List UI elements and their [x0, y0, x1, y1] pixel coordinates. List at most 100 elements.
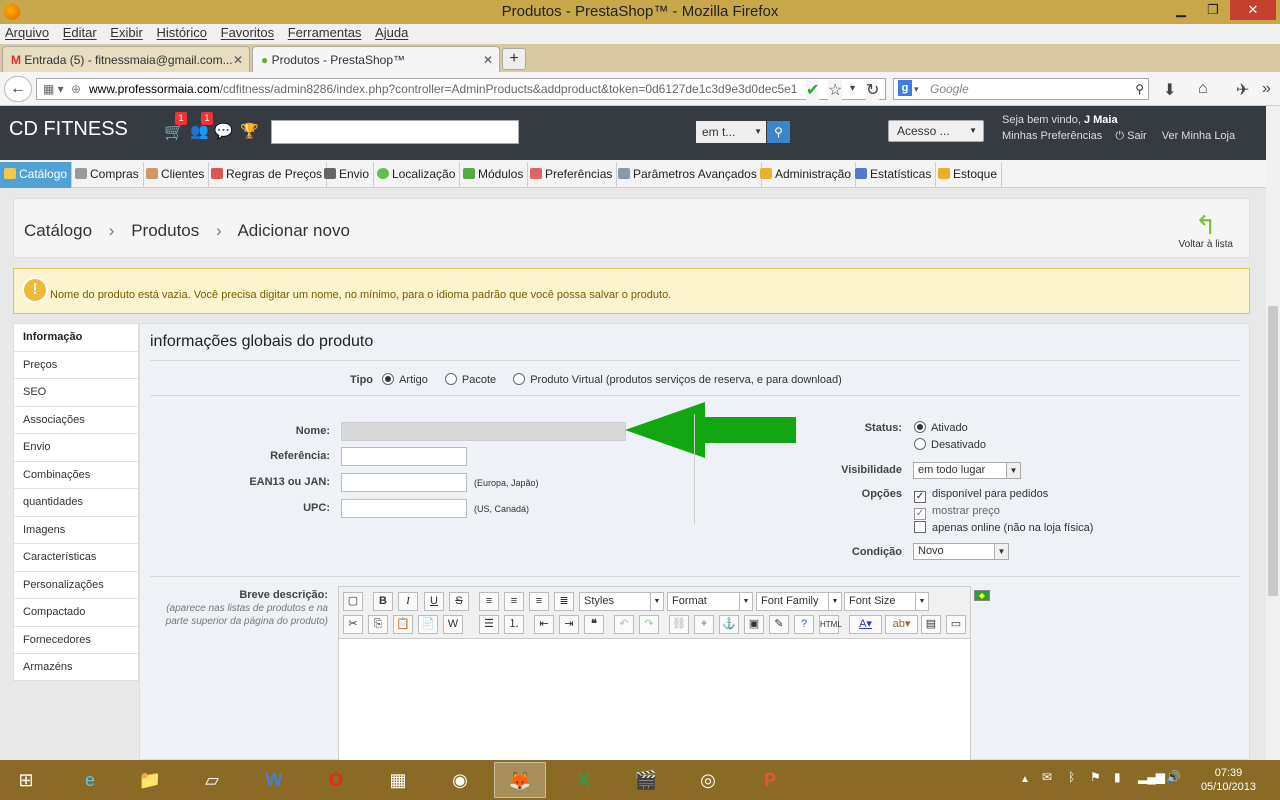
tab-gmail[interactable]: M Entrada (5) - fitnessmaia@gmail.com...… [2, 46, 250, 72]
tipo-artigo-radio[interactable] [382, 373, 395, 385]
paste-text-icon[interactable]: 📄 [418, 615, 438, 634]
nome-input[interactable] [341, 422, 626, 441]
menu-historico[interactable]: Histórico [151, 24, 212, 42]
messages-icon[interactable]: 💬 [214, 122, 233, 140]
paste-icon[interactable]: 📋 [393, 615, 413, 634]
align-right-icon[interactable]: ≡ [529, 592, 549, 611]
admin-search-input[interactable]: em t... ▼ ⚲ [271, 120, 790, 144]
media-player-classic-icon[interactable]: 🎬 [620, 762, 672, 798]
menu-editar[interactable]: Editar [58, 24, 102, 42]
battery-icon[interactable]: ▮ [1114, 770, 1121, 784]
tab-estoque[interactable]: Estoque [934, 162, 1003, 188]
align-justify-icon[interactable]: ≣ [554, 592, 574, 611]
search-input[interactable]: g ▾ Google ⚲ [893, 78, 1149, 100]
side-item-combinacoes[interactable]: Combinações [14, 462, 138, 489]
align-left-icon[interactable]: ≡ [479, 592, 499, 611]
bookmark-star-icon[interactable]: ☆ [828, 80, 843, 100]
notepad-icon[interactable]: ▱ [186, 762, 238, 798]
tab-prestashop[interactable]: ● Produtos - PrestaShop™ ✕ [252, 46, 500, 72]
apenas-online-checkbox[interactable] [914, 521, 926, 533]
outdent-icon[interactable]: ⇤ [534, 615, 554, 634]
dropdown-icon[interactable]: ▾ [850, 83, 856, 94]
numbered-list-icon[interactable]: ⒈ [504, 615, 524, 634]
crumb-produtos[interactable]: Produtos [131, 221, 199, 240]
anchor-icon[interactable]: ⚓ [719, 615, 739, 634]
tab-clientes[interactable]: Clientes [142, 162, 210, 188]
word-icon[interactable]: W [248, 762, 300, 798]
view-store-link[interactable]: Ver Minha Loja [1162, 130, 1235, 142]
bold-button[interactable]: B [373, 592, 393, 611]
back-to-list-button[interactable]: ↰ Voltar à lista [1179, 211, 1233, 250]
maximize-button[interactable]: ❐ [1198, 0, 1228, 20]
home-icon[interactable]: ⌂ [1198, 80, 1208, 98]
tipo-virtual-radio[interactable] [513, 373, 526, 385]
logout-link[interactable]: Sair [1127, 130, 1147, 142]
text-color-icon[interactable]: A▾ [849, 615, 882, 634]
tab-regras-precos[interactable]: Regras de Preços [207, 162, 328, 188]
tab-estatisticas[interactable]: Estatísticas [851, 162, 937, 188]
action-center-icon[interactable]: ⚑ [1090, 770, 1101, 784]
search-icon[interactable]: ⚲ [1135, 79, 1144, 99]
quick-access-select[interactable]: Acesso ... ▼ [888, 120, 984, 142]
styles-select[interactable]: Styles ▼ [579, 592, 664, 611]
tab-compras[interactable]: Compras [71, 162, 144, 188]
new-document-icon[interactable]: ▢ [343, 592, 363, 611]
tab-envio[interactable]: Envio [320, 162, 375, 188]
menu-ferramentas[interactable]: Ferramentas [283, 24, 367, 42]
ean-input[interactable] [341, 473, 467, 492]
side-item-informacao[interactable]: Informação [14, 324, 138, 352]
tipo-pacote-radio[interactable] [444, 373, 457, 385]
background-color-icon[interactable]: ab▾ [885, 615, 918, 634]
italic-button[interactable]: I [398, 592, 418, 611]
close-tab-icon[interactable]: ✕ [483, 53, 493, 67]
url-bar[interactable]: ▦ ▾ ⊕ www.professormaia.com/cdfitness/ad… [36, 78, 886, 100]
trophy-icon[interactable]: 🏆 [240, 122, 259, 140]
font-size-select[interactable]: Font Size ▼ [844, 592, 929, 611]
side-item-associacoes[interactable]: Associações [14, 407, 138, 434]
internet-explorer-icon[interactable]: e [64, 762, 116, 798]
menu-ajuda[interactable]: Ajuda [370, 24, 413, 42]
referencia-input[interactable] [341, 447, 467, 466]
opera-icon[interactable]: O [310, 762, 362, 798]
font-family-select[interactable]: Font Family ▼ [756, 592, 842, 611]
side-item-caracteristicas[interactable]: Características [14, 544, 138, 572]
indent-icon[interactable]: ⇥ [559, 615, 579, 634]
network-icon[interactable]: ▂▄▆ [1138, 770, 1165, 784]
my-preferences-link[interactable]: Minhas Preferências [1002, 130, 1102, 142]
side-item-seo[interactable]: SEO [14, 379, 138, 407]
side-item-precos[interactable]: Preços [14, 352, 138, 379]
help-icon[interactable]: ? [794, 615, 814, 634]
bluetooth-icon[interactable]: ᛒ [1068, 770, 1075, 784]
overflow-icon[interactable]: » [1262, 80, 1271, 98]
status-ativado-radio[interactable] [914, 421, 926, 433]
firefox-taskbar-icon[interactable]: 🦊 [494, 762, 546, 798]
new-tab-button[interactable]: + [502, 48, 526, 70]
reload-icon[interactable]: ↻ [866, 80, 880, 100]
mostrar-preco-checkbox[interactable]: ✓ [914, 508, 926, 520]
crumb-catalogo[interactable]: Catálogo [24, 221, 92, 240]
format-select[interactable]: Format ▼ [667, 592, 753, 611]
volume-icon[interactable]: 🔊 [1166, 770, 1181, 784]
undo-icon[interactable]: ↶ [614, 615, 634, 634]
show-hidden-icons[interactable]: ▲ [1020, 774, 1030, 785]
tab-modulos[interactable]: Módulos [459, 162, 529, 188]
copy-icon[interactable]: ⎘ [368, 615, 388, 634]
file-explorer-icon[interactable]: 📁 [124, 762, 176, 798]
menu-exibir[interactable]: Exibir [105, 24, 148, 42]
align-center-icon[interactable]: ≡ [504, 592, 524, 611]
link-icon[interactable]: ⛓ [669, 615, 689, 634]
brand-logo[interactable]: CD FITNESS [9, 118, 128, 141]
system-clock[interactable]: 07:39 05/10/2013 [1201, 766, 1256, 794]
disponivel-checkbox[interactable]: ✓ [914, 491, 926, 503]
media-center-icon[interactable]: ◎ [682, 762, 734, 798]
cut-icon[interactable]: ✂ [343, 615, 363, 634]
search-icon[interactable]: ⚲ [767, 121, 790, 143]
close-window-button[interactable]: ✕ [1230, 0, 1276, 20]
visibilidade-select[interactable]: em todo lugar ▼ [913, 462, 1021, 479]
tab-localizacao[interactable]: Localização [373, 162, 461, 188]
addon-icon[interactable]: ✈ [1236, 80, 1249, 100]
close-tab-icon[interactable]: ✕ [233, 53, 243, 67]
minimize-button[interactable]: ▁ [1166, 0, 1196, 20]
side-item-compactado[interactable]: Compactado [14, 599, 138, 627]
menu-arquivo[interactable]: Arquivo [0, 24, 54, 42]
